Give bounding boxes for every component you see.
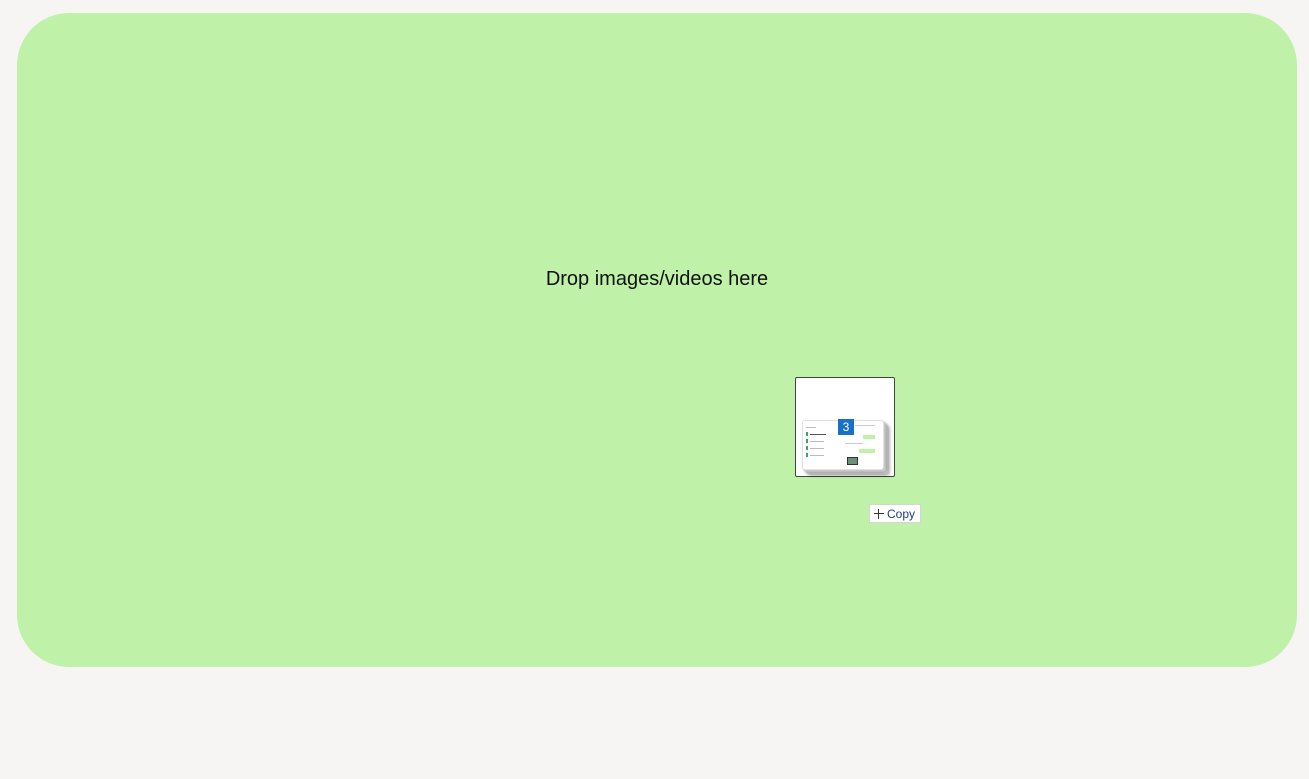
- drag-preview-thumbnail: 3: [795, 377, 895, 477]
- drag-item-count-badge: 3: [838, 419, 854, 435]
- drag-copy-label: Copy: [887, 506, 916, 521]
- drop-zone-label: Drop images/videos here: [545, 268, 769, 290]
- drag-preview-mini-image: [847, 457, 858, 465]
- plus-icon: [874, 508, 884, 519]
- drag-copy-indicator: Copy: [869, 504, 922, 523]
- drop-zone[interactable]: Drop images/videos here: [17, 13, 1297, 667]
- drag-preview-mini-list: [806, 424, 840, 459]
